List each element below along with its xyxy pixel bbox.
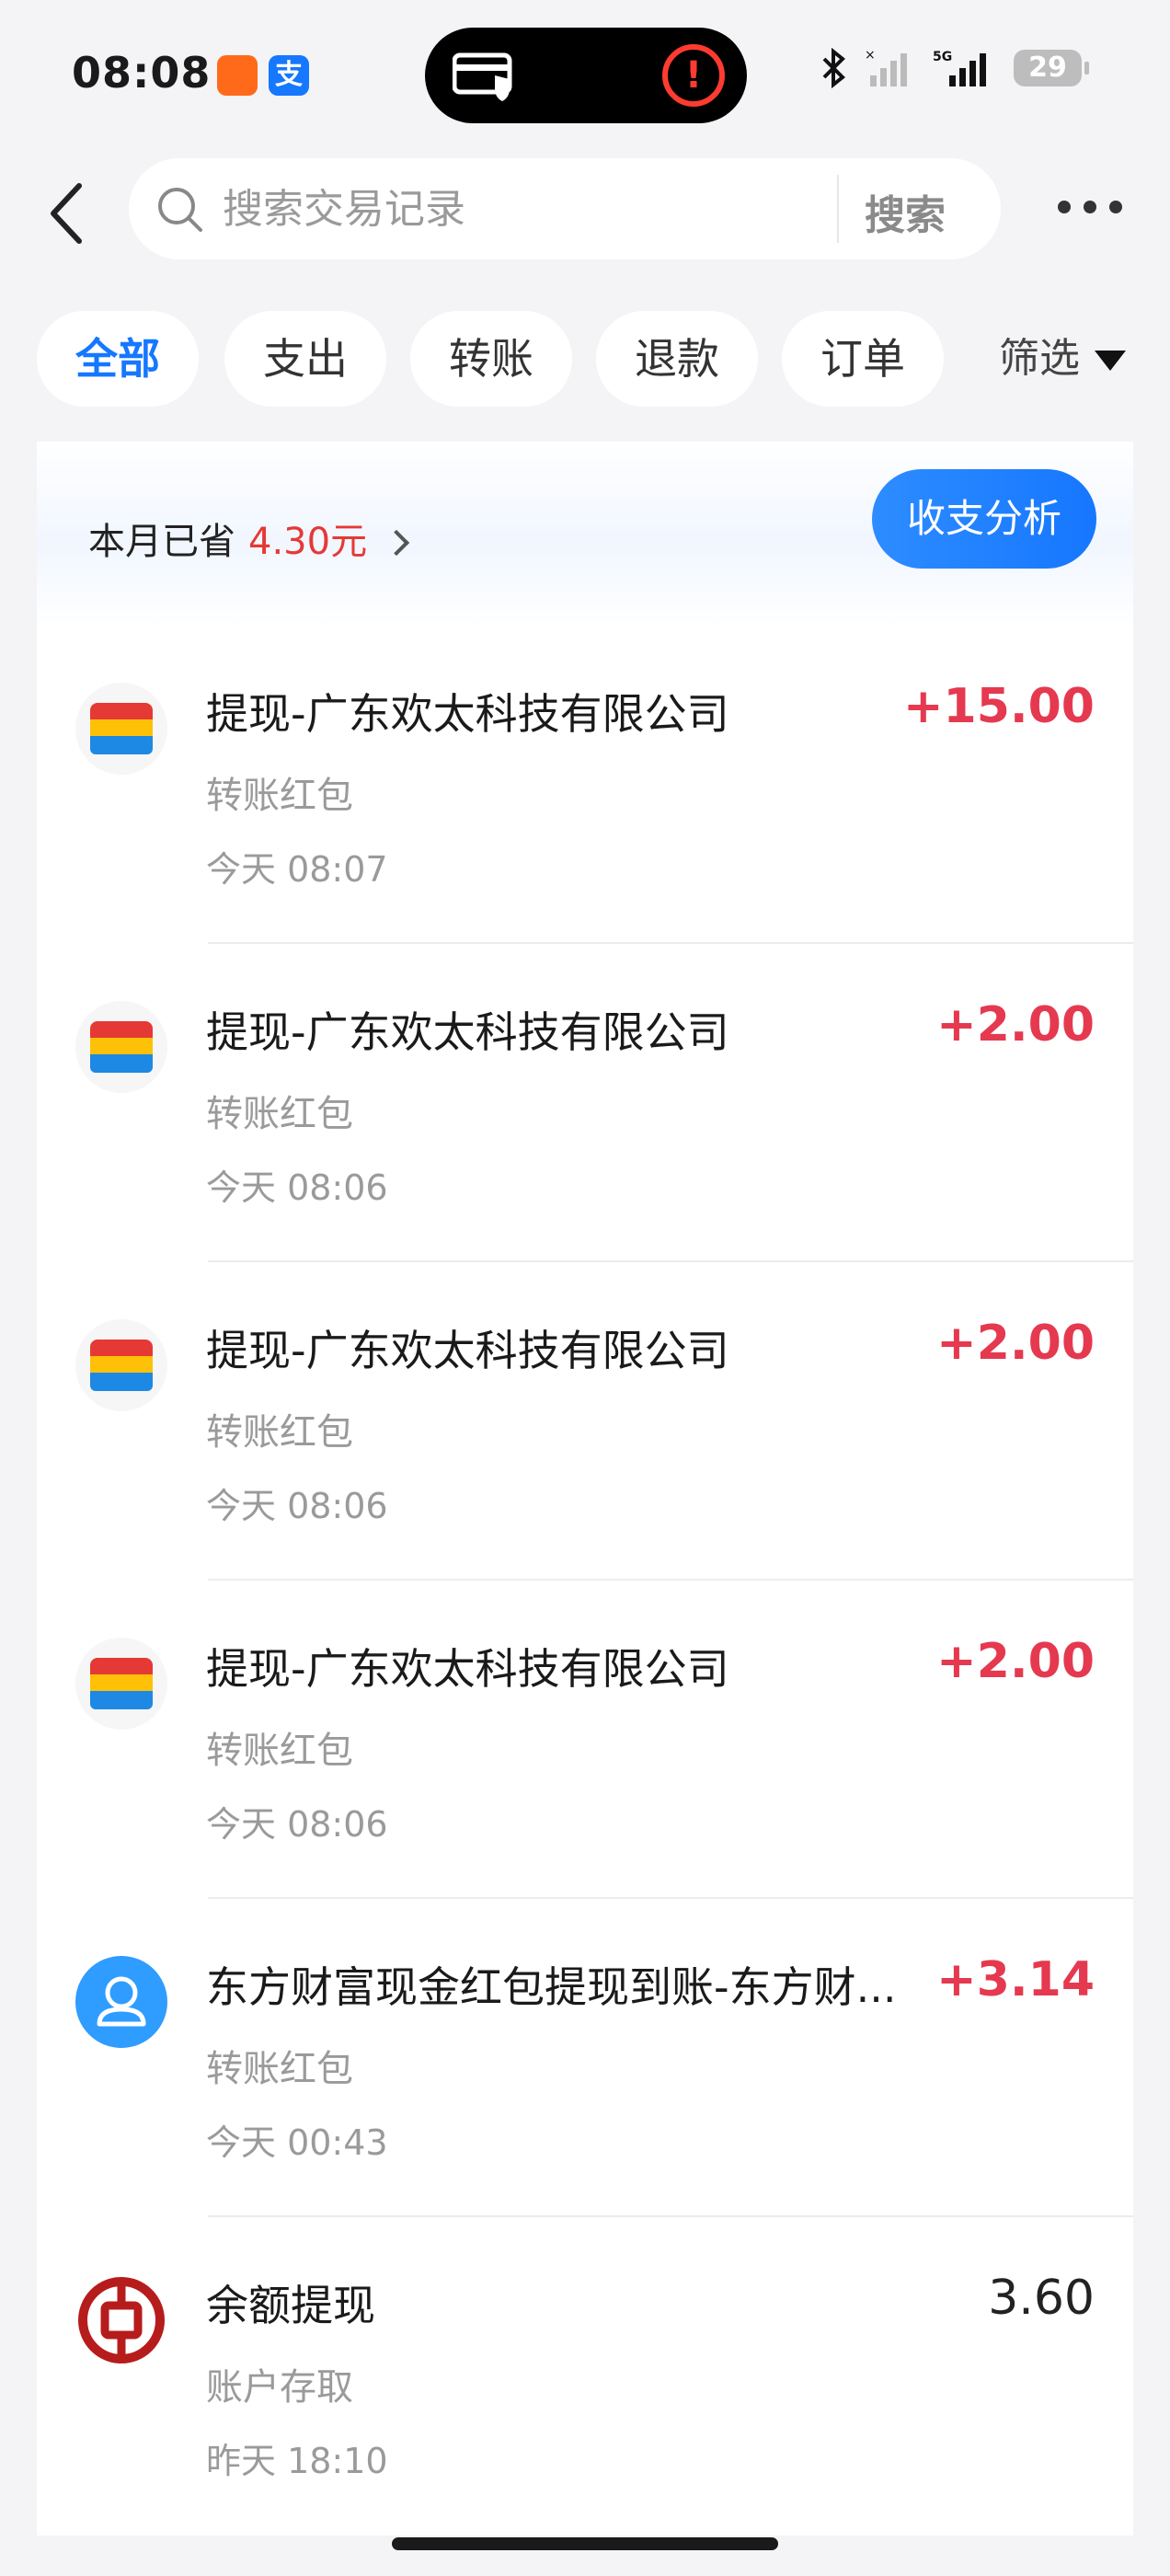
wallet-icon (75, 683, 167, 775)
transaction-time: 今天 08:06 (206, 1486, 388, 1526)
search-input[interactable] (221, 177, 846, 241)
tab-refund[interactable]: 退款 (596, 311, 758, 407)
status-time: 08:08 (72, 48, 212, 98)
search-divider (837, 175, 839, 243)
transaction-category: 转账红包 (206, 775, 353, 817)
back-arrow-icon[interactable] (40, 177, 96, 250)
transaction-title: 提现-广东欢太科技有限公司 (206, 1326, 729, 1375)
dropdown-triangle-icon (1095, 351, 1126, 371)
transaction-time: 今天 00:43 (206, 2122, 388, 2163)
bluetooth-icon (822, 48, 845, 88)
transaction-time: 今天 08:06 (206, 1804, 388, 1845)
alipay-app-icon: 支 (269, 55, 309, 96)
monthly-summary-card: 本月已省 4.30元 收支分析 (37, 442, 1133, 626)
chevron-right-icon (383, 529, 410, 557)
transaction-category: 转账红包 (206, 1411, 353, 1454)
more-options-icon[interactable] (1058, 193, 1131, 221)
search-bar[interactable]: 搜索 (129, 158, 1001, 259)
card-shield-icon (453, 52, 512, 101)
alert-icon: ! (662, 44, 725, 107)
wallet-icon (75, 1638, 167, 1730)
tab-transfer[interactable]: 转账 (410, 311, 572, 407)
tab-orders[interactable]: 订单 (782, 311, 944, 407)
filter-tabs: 全部 支出 转账 退款 订单 筛选 (37, 311, 1170, 407)
transaction-title: 提现-广东欢太科技有限公司 (206, 689, 729, 739)
transaction-time: 昨天 18:10 (206, 2441, 388, 2481)
transaction-title: 余额提现 (206, 2281, 375, 2330)
transaction-amount: +15.00 (902, 679, 1095, 734)
transaction-title: 东方财富现金红包提现到账-东方财... (206, 1962, 897, 2012)
transaction-amount: +2.00 (936, 1634, 1095, 1689)
search-icon (158, 188, 202, 232)
signal-icon: × (865, 48, 907, 86)
transaction-row[interactable]: 提现-广东欢太科技有限公司 转账红包 今天 08:06 +2.00 (37, 1262, 1133, 1581)
transaction-list: 提现-广东欢太科技有限公司 转账红包 今天 08:07 +15.00 提现-广东… (37, 626, 1133, 2536)
tab-all[interactable]: 全部 (37, 311, 199, 407)
5g-signal-icon: 5G (933, 50, 986, 86)
filter-dropdown[interactable]: 筛选 (999, 311, 1126, 407)
transaction-amount: 3.60 (988, 2271, 1095, 2326)
transaction-category: 转账红包 (206, 2048, 353, 2090)
svg-text:5G: 5G (933, 50, 952, 64)
search-button[interactable]: 搜索 (865, 182, 946, 241)
home-indicator[interactable] (392, 2537, 778, 2550)
transaction-category: 转账红包 (206, 1730, 353, 1772)
saved-amount: 4.30元 (248, 521, 368, 563)
transaction-row[interactable]: 余额提现 账户存取 昨天 18:10 3.60 (37, 2217, 1133, 2536)
transaction-title: 提现-广东欢太科技有限公司 (206, 1644, 729, 1694)
transaction-row[interactable]: 东方财富现金红包提现到账-东方财... 转账红包 今天 00:43 +3.14 (37, 1899, 1133, 2217)
filter-label: 筛选 (999, 335, 1080, 382)
saved-label: 本月已省 (88, 521, 235, 563)
bank-of-china-icon (75, 2274, 167, 2366)
transaction-row[interactable]: 提现-广东欢太科技有限公司 转账红包 今天 08:06 +2.00 (37, 944, 1133, 1262)
dynamic-island[interactable]: ! (425, 28, 747, 123)
status-bar: 08:08 支 ! × 5G 29 (0, 0, 1170, 147)
system-icons: × 5G 29 (820, 48, 1089, 88)
taobao-app-icon (217, 55, 258, 96)
transaction-category: 账户存取 (206, 2366, 353, 2409)
person-avatar-icon (75, 1956, 167, 2048)
transaction-amount: +2.00 (936, 997, 1095, 1052)
transaction-time: 今天 08:07 (206, 849, 388, 890)
monthly-saved[interactable]: 本月已省 4.30元 (88, 512, 410, 565)
transaction-title: 提现-广东欢太科技有限公司 (206, 1007, 729, 1057)
tab-expense[interactable]: 支出 (224, 311, 386, 407)
wallet-icon (75, 1001, 167, 1093)
transaction-row[interactable]: 提现-广东欢太科技有限公司 转账红包 今天 08:07 +15.00 (37, 626, 1133, 944)
svg-text:×: × (865, 48, 876, 63)
wallet-icon (75, 1319, 167, 1411)
battery-icon: 29 (1014, 50, 1089, 86)
transaction-amount: +3.14 (936, 1952, 1095, 2007)
transaction-category: 转账红包 (206, 1093, 353, 1135)
transaction-time: 今天 08:06 (206, 1167, 388, 1208)
income-expense-analysis-button[interactable]: 收支分析 (872, 469, 1096, 569)
transaction-row[interactable]: 提现-广东欢太科技有限公司 转账红包 今天 08:06 +2.00 (37, 1581, 1133, 1899)
transaction-amount: +2.00 (936, 1316, 1095, 1371)
